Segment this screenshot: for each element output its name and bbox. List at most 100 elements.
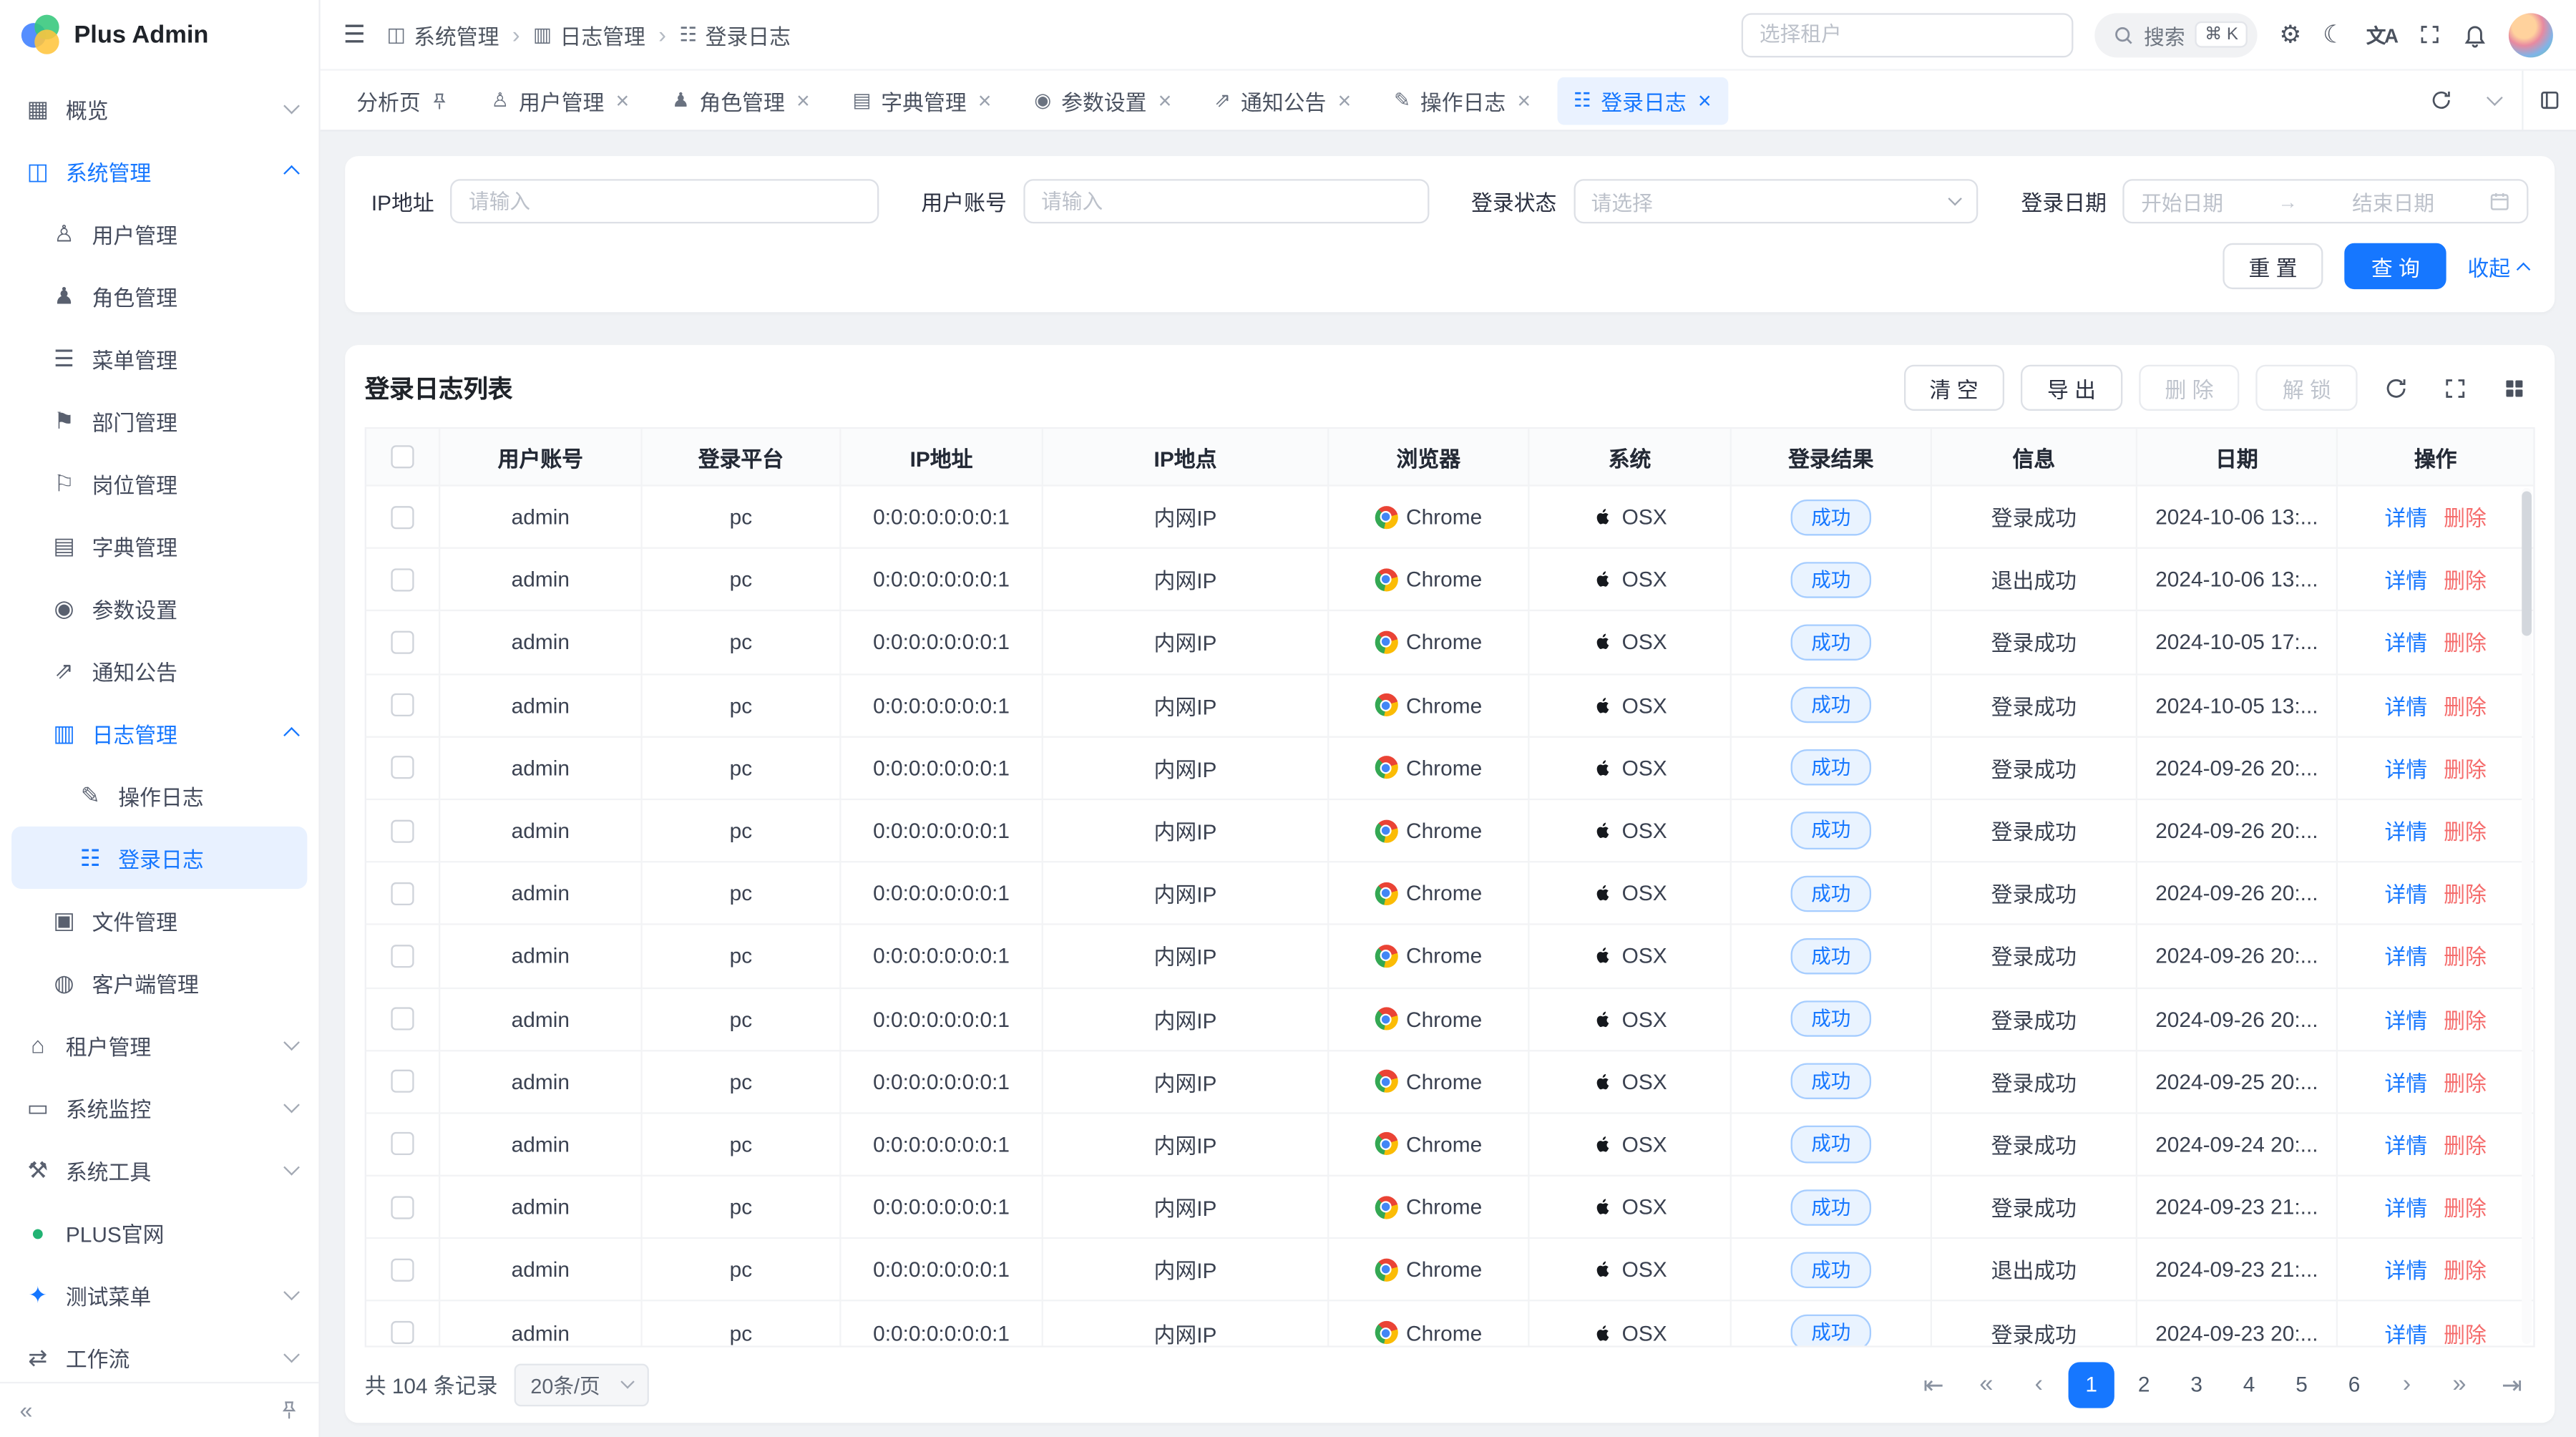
row-checkbox[interactable] xyxy=(391,631,414,654)
delete-link[interactable]: 删除 xyxy=(2444,1066,2487,1098)
sidebar-item-operation-log[interactable]: ✎操作日志 xyxy=(0,764,318,827)
tabs-dropdown-chevron-icon[interactable] xyxy=(2467,71,2522,130)
row-checkbox[interactable] xyxy=(391,1321,414,1344)
delete-link[interactable]: 删除 xyxy=(2444,878,2487,910)
close-tab-icon[interactable]: × xyxy=(796,89,810,112)
refresh-table-icon[interactable] xyxy=(2374,366,2417,409)
sidebar-item-role-management[interactable]: ♟角色管理 xyxy=(0,265,318,327)
row-checkbox[interactable] xyxy=(391,505,414,528)
export-button[interactable]: 导 出 xyxy=(2021,365,2122,411)
reset-button[interactable]: 重 置 xyxy=(2223,243,2323,289)
row-checkbox[interactable] xyxy=(391,1070,414,1093)
column-settings-icon[interactable] xyxy=(2492,366,2535,409)
tab-notice[interactable]: ⇗通知公告× xyxy=(1198,77,1367,125)
detail-link[interactable]: 详情 xyxy=(2384,1317,2427,1346)
content-expand-icon[interactable] xyxy=(2522,71,2576,130)
global-search-button[interactable]: 搜索 ⌘ K xyxy=(2094,12,2258,57)
sidebar-item-workflow[interactable]: ⇄工作流 xyxy=(0,1326,318,1381)
jump-next-button[interactable]: » xyxy=(2436,1361,2482,1407)
row-checkbox[interactable] xyxy=(391,1258,414,1281)
sidebar-item-system-tools[interactable]: ⚒系统工具 xyxy=(0,1139,318,1201)
sidebar-item-overview[interactable]: ▦概览 xyxy=(0,77,318,140)
breadcrumb-log-management[interactable]: ▥日志管理 xyxy=(533,19,645,50)
collapse-sidebar-icon[interactable]: « xyxy=(20,1397,33,1423)
tab-user-management[interactable]: ♙用户管理× xyxy=(475,77,646,125)
close-tab-icon[interactable]: × xyxy=(1158,89,1172,112)
row-checkbox[interactable] xyxy=(391,756,414,779)
detail-link[interactable]: 详情 xyxy=(2384,1255,2427,1286)
page-button-1[interactable]: 1 xyxy=(2069,1361,2114,1407)
close-tab-icon[interactable]: × xyxy=(1698,89,1712,112)
close-tab-icon[interactable]: × xyxy=(1337,89,1351,112)
sidebar-item-menu-management[interactable]: ☰菜单管理 xyxy=(0,327,318,389)
sidebar-item-dept-management[interactable]: ⚑部门管理 xyxy=(0,389,318,452)
close-tab-icon[interactable]: × xyxy=(1517,89,1531,112)
user-avatar[interactable] xyxy=(2509,12,2553,57)
sidebar-item-plus-website[interactable]: ●PLUS官网 xyxy=(0,1201,318,1263)
tab-operation-log[interactable]: ✎操作日志× xyxy=(1377,77,1547,125)
sidebar-item-file-management[interactable]: ▣文件管理 xyxy=(0,889,318,951)
delete-link[interactable]: 删除 xyxy=(2444,1255,2487,1286)
app-logo[interactable]: Plus Admin xyxy=(0,0,318,69)
delete-link[interactable]: 删除 xyxy=(2444,815,2487,847)
sidebar-item-log-management[interactable]: ▥日志管理 xyxy=(0,701,318,764)
tab-analysis[interactable]: 分析页 xyxy=(340,77,465,125)
close-tab-icon[interactable]: × xyxy=(616,89,630,112)
next-page-button[interactable]: › xyxy=(2384,1361,2429,1407)
detail-link[interactable]: 详情 xyxy=(2384,1129,2427,1160)
row-checkbox[interactable] xyxy=(391,882,414,905)
table-scrollbar[interactable] xyxy=(2522,488,2532,1343)
sidebar-item-notice[interactable]: ⇗通知公告 xyxy=(0,639,318,701)
page-button-2[interactable]: 2 xyxy=(2121,1361,2167,1407)
delete-link[interactable]: 删除 xyxy=(2444,752,2487,784)
sidebar-item-test-menu[interactable]: ✦测试菜单 xyxy=(0,1264,318,1326)
detail-link[interactable]: 详情 xyxy=(2384,815,2427,847)
ip-filter-input[interactable] xyxy=(469,190,860,213)
sidebar-item-system-monitor[interactable]: ▭系统监控 xyxy=(0,1076,318,1139)
account-filter-input[interactable] xyxy=(1041,190,1410,213)
tenant-select-input[interactable] xyxy=(1760,23,2055,46)
sidebar-item-user-management[interactable]: ♙用户管理 xyxy=(0,202,318,264)
sidebar-item-tenant-management[interactable]: ⌂租户管理 xyxy=(0,1014,318,1076)
menu-toggle-icon[interactable]: ☰ xyxy=(343,20,366,49)
first-page-button[interactable]: ⇤ xyxy=(1911,1361,1956,1407)
settings-gear-icon[interactable]: ⚙ xyxy=(2279,20,2301,49)
sidebar-item-post-management[interactable]: ⚐岗位管理 xyxy=(0,452,318,514)
fullscreen-icon[interactable] xyxy=(2419,23,2441,46)
delete-link[interactable]: 删除 xyxy=(2444,1129,2487,1160)
delete-link[interactable]: 删除 xyxy=(2444,501,2487,532)
table-fullscreen-icon[interactable] xyxy=(2433,366,2476,409)
tab-role-management[interactable]: ♟角色管理× xyxy=(655,77,826,125)
detail-link[interactable]: 详情 xyxy=(2384,752,2427,784)
breadcrumb-login-log[interactable]: ☷登录日志 xyxy=(679,19,791,50)
login-status-select[interactable]: 请选择 xyxy=(1573,179,1978,223)
delete-link[interactable]: 删除 xyxy=(2444,940,2487,972)
sidebar-item-client-management[interactable]: ◍客户端管理 xyxy=(0,951,318,1013)
notification-bell-icon[interactable] xyxy=(2463,22,2487,47)
sidebar-item-param-settings[interactable]: ◉参数设置 xyxy=(0,577,318,639)
tab-dict-management[interactable]: ▤字典管理× xyxy=(836,77,1008,125)
detail-link[interactable]: 详情 xyxy=(2384,1066,2427,1098)
last-page-button[interactable]: ⇥ xyxy=(2489,1361,2534,1407)
collapse-filters-link[interactable]: 收起 xyxy=(2467,250,2528,282)
row-checkbox[interactable] xyxy=(391,1008,414,1031)
login-date-range-picker[interactable]: 开始日期 → 结束日期 xyxy=(2123,179,2528,223)
delete-link[interactable]: 删除 xyxy=(2444,1192,2487,1223)
unlock-button[interactable]: 解 锁 xyxy=(2256,365,2357,411)
sidebar-item-system-management[interactable]: ◫系统管理 xyxy=(0,140,318,202)
page-button-3[interactable]: 3 xyxy=(2174,1361,2220,1407)
close-tab-icon[interactable]: × xyxy=(978,89,992,112)
detail-link[interactable]: 详情 xyxy=(2384,940,2427,972)
tab-param-settings[interactable]: ◉参数设置× xyxy=(1018,77,1188,125)
clear-button[interactable]: 清 空 xyxy=(1903,365,2004,411)
detail-link[interactable]: 详情 xyxy=(2384,1192,2427,1223)
delete-link[interactable]: 删除 xyxy=(2444,564,2487,595)
scrollbar-thumb[interactable] xyxy=(2522,491,2532,635)
detail-link[interactable]: 详情 xyxy=(2384,878,2427,910)
select-all-checkbox[interactable] xyxy=(391,445,414,468)
delete-button[interactable]: 删 除 xyxy=(2139,365,2240,411)
delete-link[interactable]: 删除 xyxy=(2444,627,2487,658)
query-button[interactable]: 查 询 xyxy=(2345,243,2446,289)
detail-link[interactable]: 详情 xyxy=(2384,627,2427,658)
sidebar-item-login-log[interactable]: ☷登录日志 xyxy=(11,827,307,889)
